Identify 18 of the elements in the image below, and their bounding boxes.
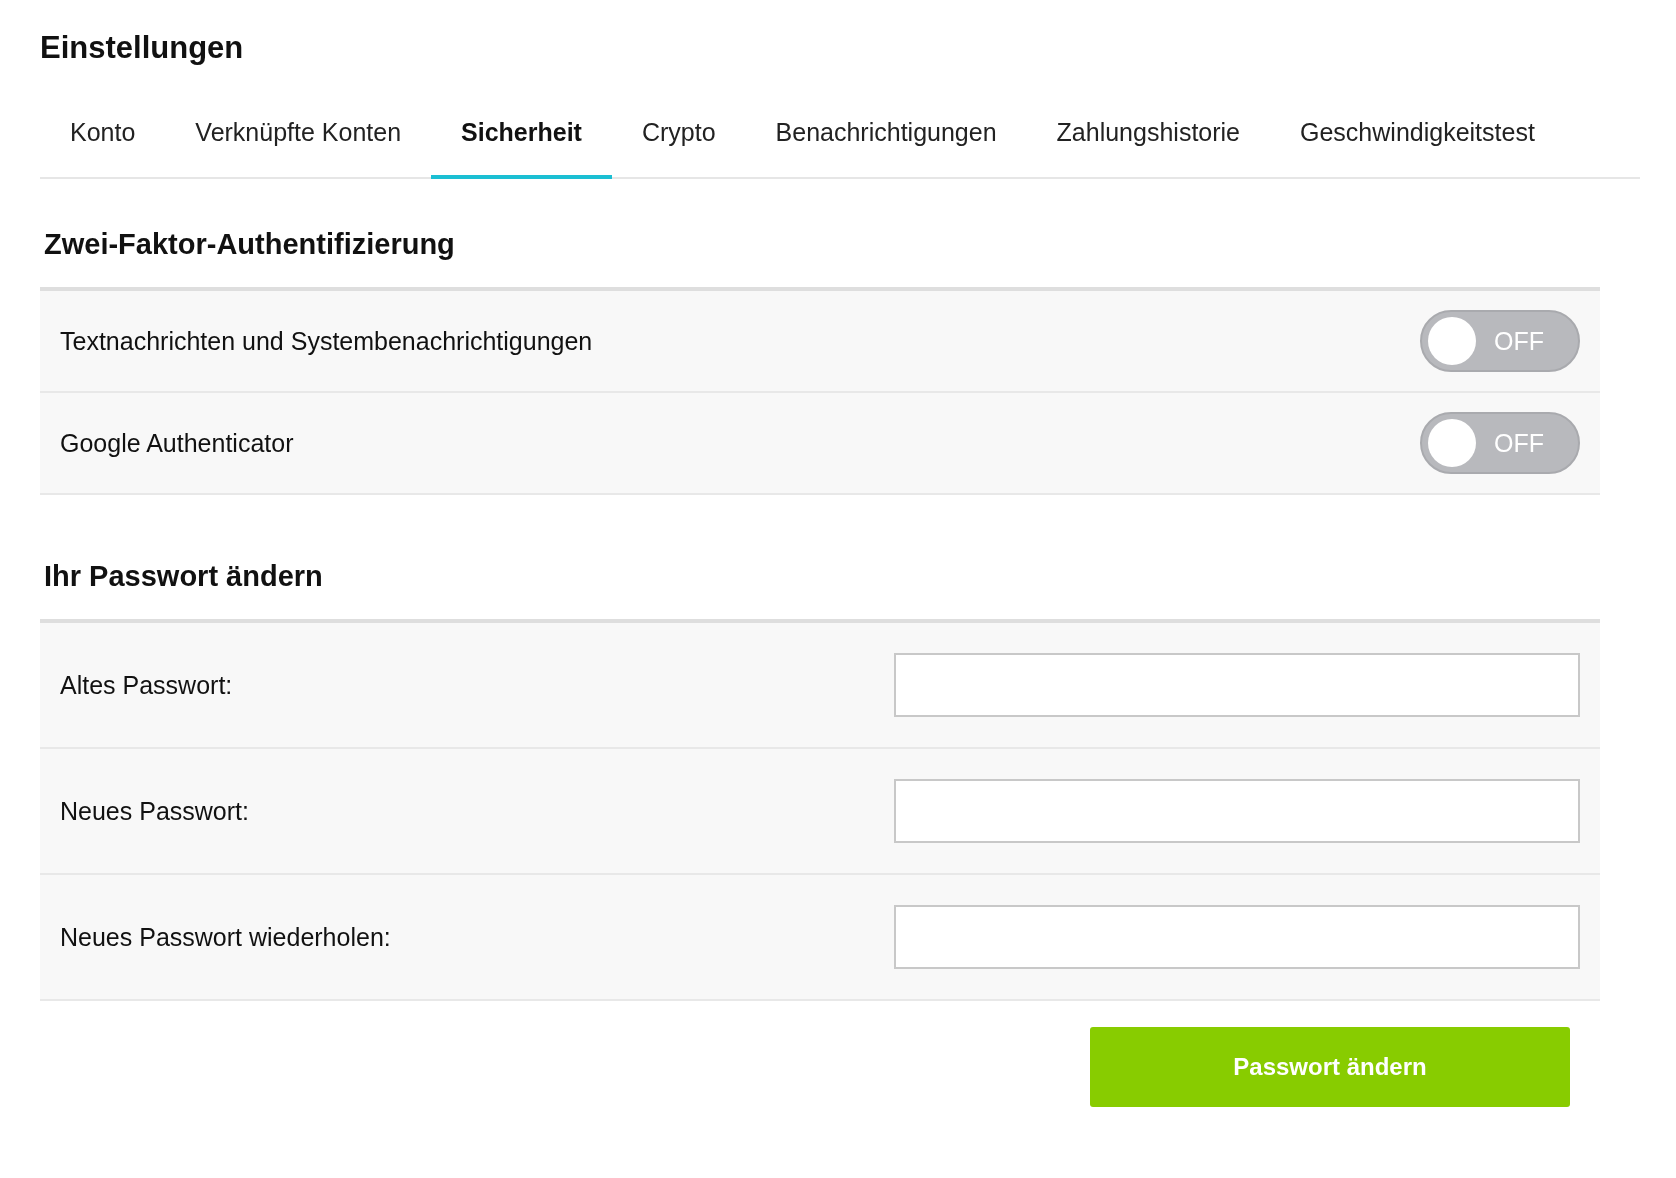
field-label: Neues Passwort wiederholen: bbox=[60, 922, 391, 952]
field-label: Neues Passwort: bbox=[60, 796, 249, 826]
tab[interactable]: Sicherheit bbox=[431, 110, 612, 179]
tab[interactable]: Benachrichtigungen bbox=[745, 110, 1027, 179]
tab[interactable]: Geschwindigkeitstest bbox=[1270, 110, 1565, 179]
setting-label: Textnachrichten und Systembenachrichtigungen bbox=[60, 326, 593, 356]
field-label: Altes Passwort: bbox=[60, 670, 233, 700]
tab[interactable]: Verknüpfte Konten bbox=[165, 110, 432, 179]
page-title: Einstellungen bbox=[40, 30, 245, 66]
section-heading: Zwei-Faktor-Authentifizierung bbox=[44, 227, 456, 261]
tab[interactable]: Crypto bbox=[611, 110, 746, 179]
tab[interactable]: Zahlungshistorie bbox=[1026, 110, 1270, 179]
password-field[interactable] bbox=[894, 653, 1580, 717]
password-field[interactable] bbox=[894, 779, 1580, 843]
setting-label: Google Authenticator bbox=[60, 428, 294, 458]
section-heading: Ihr Passwort ändern bbox=[44, 559, 324, 593]
tab[interactable]: Konto bbox=[40, 110, 166, 179]
password-field[interactable] bbox=[894, 905, 1580, 969]
